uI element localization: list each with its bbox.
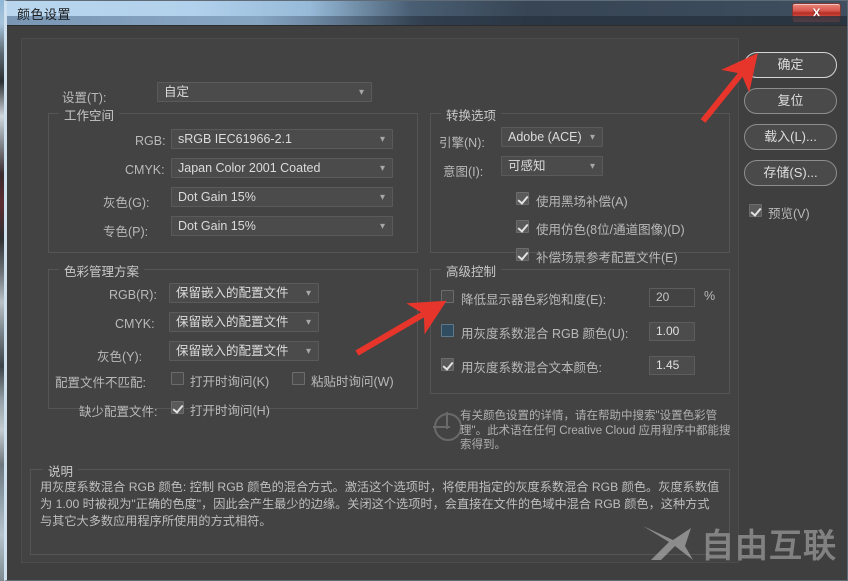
adv-blend-rgb-label: 用灰度系数混合 RGB 颜色(U):: [461, 327, 629, 341]
adv-desaturate-value[interactable]: 20: [649, 288, 695, 307]
adv-blend-rgb-checkbox[interactable]: [441, 324, 454, 337]
cm-gray-label: 灰色(Y):: [97, 350, 143, 364]
close-icon: X: [812, 6, 821, 20]
settings-select-value: 自定: [164, 85, 190, 99]
conv-dither-label: 使用仿色(8位/通道图像)(D): [536, 223, 685, 237]
conv-intent-label: 意图(I):: [443, 165, 484, 179]
working-spaces-group: 工作空间 RGB: sRGB IEC61966-2.1 ▾ CMYK: Japa…: [48, 105, 418, 253]
color-settings-dialog: 颜色设置 X 设置(T): 自定 ▾ 工作空间 RGB: sRGB IEC619…: [4, 0, 848, 581]
conv-scene-ref-checkbox[interactable]: [516, 248, 529, 261]
close-button[interactable]: X: [792, 3, 841, 23]
dialog-content: 设置(T): 自定 ▾ 工作空间 RGB: sRGB IEC61966-2.1 …: [7, 25, 847, 580]
conversion-options-title: 转换选项: [441, 105, 502, 124]
cm-missing-open-label: 打开时询问(H): [190, 404, 270, 418]
cm-mismatch-paste-checkbox[interactable]: [292, 372, 305, 385]
adv-desaturate-unit: %: [704, 289, 716, 303]
chevron-down-icon: ▾: [305, 317, 311, 328]
settings-label: 设置(T):: [62, 91, 107, 105]
reset-button[interactable]: 复位: [744, 88, 837, 114]
cm-cmyk-value: 保留嵌入的配置文件: [176, 315, 289, 329]
ws-spot-select[interactable]: Dot Gain 15% ▾: [171, 216, 393, 236]
description-group: 说明 用灰度系数混合 RGB 颜色: 控制 RGB 颜色的混合方式。激活这个选项…: [30, 461, 730, 555]
conv-engine-label: 引擎(N):: [439, 136, 485, 150]
watermark: 自由互联: [639, 520, 837, 566]
ws-rgb-label: RGB:: [135, 134, 166, 148]
conv-engine-select[interactable]: Adobe (ACE) ▾: [501, 127, 603, 147]
cm-mismatch-label: 配置文件不匹配:: [55, 376, 146, 390]
cm-mismatch-paste-label: 粘贴时询问(W): [311, 375, 394, 389]
cm-missing-label: 缺少配置文件:: [79, 405, 158, 419]
title-bar: 颜色设置 X: [7, 1, 847, 25]
cm-cmyk-label: CMYK:: [115, 317, 155, 331]
chevron-down-icon: ▾: [589, 132, 595, 143]
conv-blackpoint-checkbox[interactable]: [516, 192, 529, 205]
ws-rgb-value: sRGB IEC61966-2.1: [178, 132, 292, 146]
description-text: 用灰度系数混合 RGB 颜色: 控制 RGB 颜色的混合方式。激活这个选项时，将…: [40, 480, 720, 528]
adv-desaturate-label: 降低显示器色彩饱和度(E):: [461, 293, 607, 307]
advanced-controls-group: 高级控制 降低显示器色彩饱和度(E): 20 % 用灰度系数混合 RGB 颜色(…: [430, 261, 730, 394]
adv-blend-text-label: 用灰度系数混合文本颜色:: [461, 361, 602, 375]
conv-intent-select[interactable]: 可感知 ▾: [501, 156, 603, 176]
color-management-group: 色彩管理方案 RGB(R): 保留嵌入的配置文件 ▾ CMYK: 保留嵌入的配置…: [48, 261, 418, 419]
ws-gray-select[interactable]: Dot Gain 15% ▾: [171, 187, 393, 207]
adv-blend-text-checkbox[interactable]: [441, 358, 454, 371]
ws-rgb-select[interactable]: sRGB IEC61966-2.1 ▾: [171, 129, 393, 149]
chevron-down-icon: ▾: [305, 346, 311, 357]
ws-cmyk-value: Japan Color 2001 Coated: [178, 161, 321, 175]
advanced-controls-title: 高级控制: [441, 261, 502, 280]
description-title: 说明: [43, 461, 79, 480]
chevron-down-icon: ▾: [358, 87, 364, 98]
ws-cmyk-label: CMYK:: [125, 163, 165, 177]
adv-desaturate-checkbox[interactable]: [441, 290, 454, 303]
preview-label: 预览(V): [768, 207, 810, 221]
ws-spot-label: 专色(P):: [103, 225, 149, 239]
preview-checkbox[interactable]: [749, 204, 762, 217]
conv-intent-value: 可感知: [508, 159, 546, 173]
ws-cmyk-select[interactable]: Japan Color 2001 Coated ▾: [171, 158, 393, 178]
cm-gray-value: 保留嵌入的配置文件: [176, 344, 289, 358]
save-button[interactable]: 存储(S)...: [744, 160, 837, 186]
chevron-down-icon: ▾: [379, 134, 385, 145]
conversion-options-group: 转换选项 引擎(N): Adobe (ACE) ▾ 意图(I): 可感知 ▾ 使…: [430, 105, 730, 265]
ws-gray-value: Dot Gain 15%: [178, 190, 256, 204]
conv-dither-checkbox[interactable]: [516, 220, 529, 233]
dialog-panel: 设置(T): 自定 ▾ 工作空间 RGB: sRGB IEC61966-2.1 …: [21, 38, 739, 563]
cm-mismatch-open-label: 打开时询问(K): [190, 375, 270, 389]
working-spaces-title: 工作空间: [59, 105, 120, 124]
window-title: 颜色设置: [17, 7, 72, 22]
chevron-down-icon: ▾: [379, 192, 385, 203]
cm-missing-open-checkbox[interactable]: [171, 401, 184, 414]
watermark-text: 自由互联: [701, 526, 837, 565]
ws-gray-label: 灰色(G):: [103, 196, 150, 210]
cm-rgb-value: 保留嵌入的配置文件: [176, 286, 289, 300]
adv-blend-rgb-value[interactable]: 1.00: [649, 322, 695, 341]
chevron-down-icon: ▾: [379, 163, 385, 174]
cm-rgb-label: RGB(R):: [109, 288, 157, 302]
ws-spot-value: Dot Gain 15%: [178, 219, 256, 233]
chevron-down-icon: ▾: [379, 221, 385, 232]
load-button[interactable]: 载入(L)...: [744, 124, 837, 150]
info-note-text: 有关颜色设置的详情，请在帮助中搜索"设置色彩管理"。此术语在任何 Creativ…: [460, 410, 731, 451]
cm-mismatch-open-checkbox[interactable]: [171, 372, 184, 385]
adv-blend-text-value[interactable]: 1.45: [649, 356, 695, 375]
x-logo-icon: [643, 526, 693, 560]
info-target-icon: [433, 412, 462, 441]
conv-scene-ref-label: 补偿场景参考配置文件(E): [536, 251, 678, 265]
cm-gray-select[interactable]: 保留嵌入的配置文件 ▾: [169, 341, 319, 361]
chevron-down-icon: ▾: [589, 161, 595, 172]
cm-cmyk-select[interactable]: 保留嵌入的配置文件 ▾: [169, 312, 319, 332]
settings-select[interactable]: 自定 ▾: [157, 82, 372, 102]
chevron-down-icon: ▾: [305, 288, 311, 299]
conv-engine-value: Adobe (ACE): [508, 130, 582, 144]
cm-rgb-select[interactable]: 保留嵌入的配置文件 ▾: [169, 283, 319, 303]
ok-button[interactable]: 确定: [744, 52, 837, 78]
color-management-title: 色彩管理方案: [59, 261, 145, 280]
conv-blackpoint-label: 使用黑场补偿(A): [536, 195, 628, 209]
